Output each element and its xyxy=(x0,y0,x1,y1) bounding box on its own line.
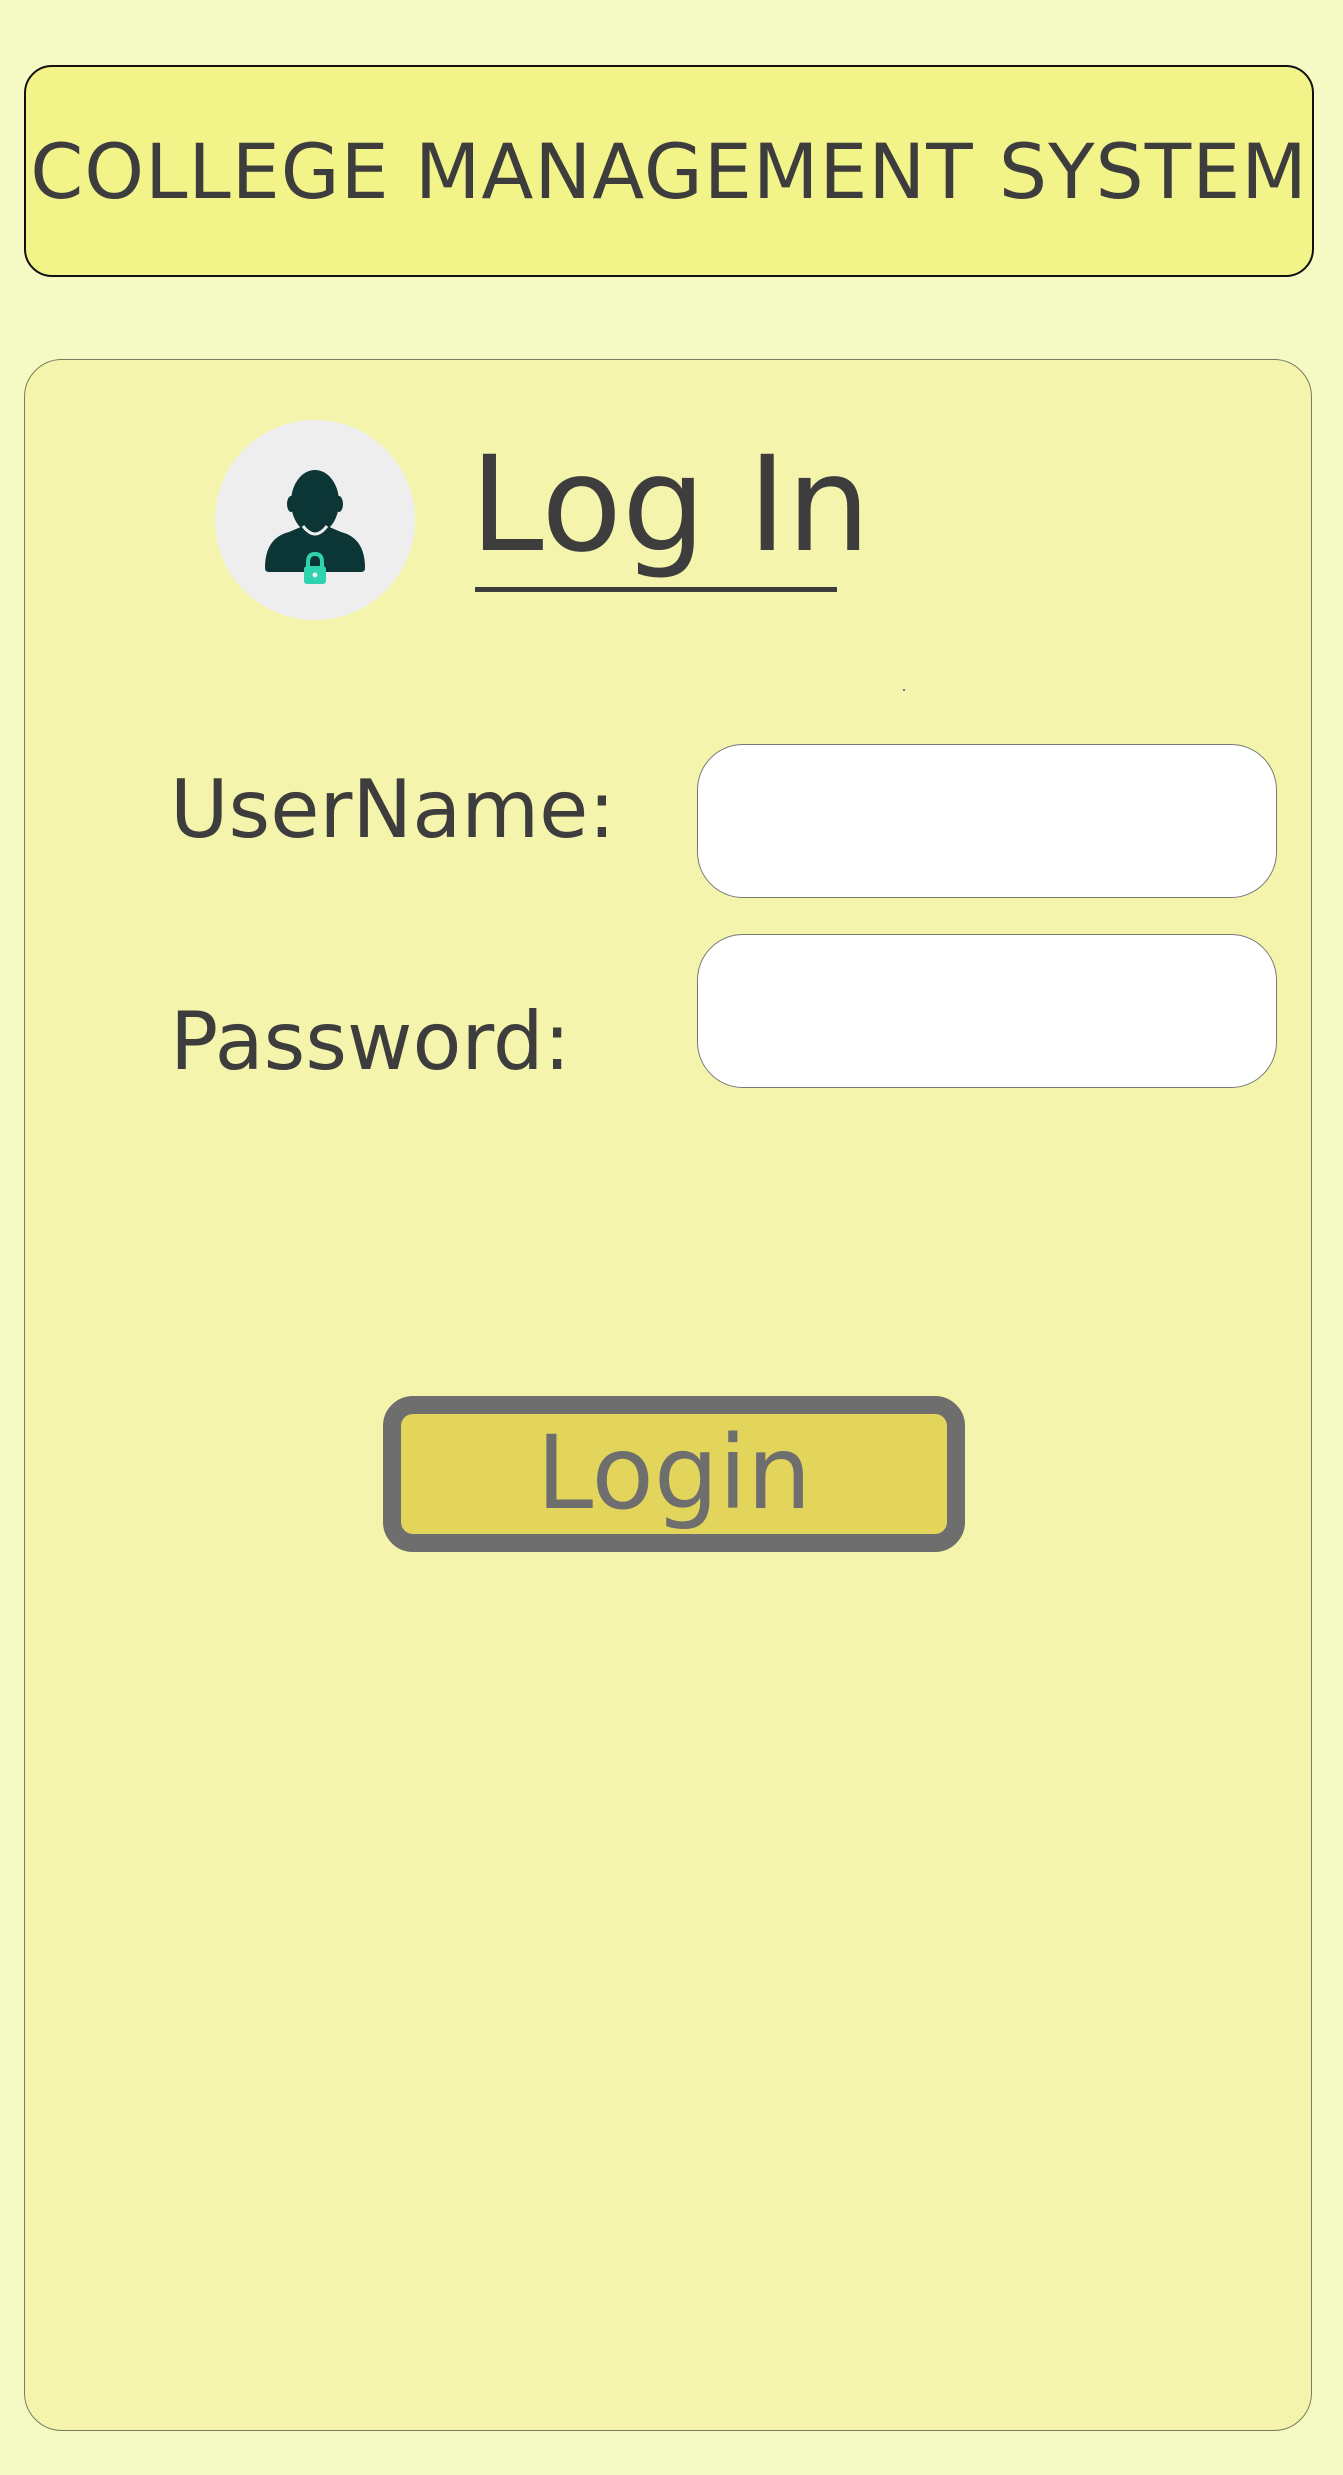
app-title: COLLEGE MANAGEMENT SYSTEM xyxy=(30,126,1308,216)
decorative-dot xyxy=(903,689,905,691)
password-input[interactable] xyxy=(697,934,1277,1088)
username-label: UserName: xyxy=(170,763,616,856)
heading-underline xyxy=(475,587,837,592)
password-label: Password: xyxy=(170,995,571,1088)
user-lock-icon xyxy=(215,420,415,620)
login-button[interactable]: Login xyxy=(383,1396,965,1552)
login-heading: Log In xyxy=(470,428,871,582)
login-card: Log In UserName: Password: Login xyxy=(24,359,1312,2431)
user-lock-icon-graphic xyxy=(215,420,415,620)
app-header: COLLEGE MANAGEMENT SYSTEM xyxy=(24,65,1314,277)
username-input[interactable] xyxy=(697,744,1277,898)
